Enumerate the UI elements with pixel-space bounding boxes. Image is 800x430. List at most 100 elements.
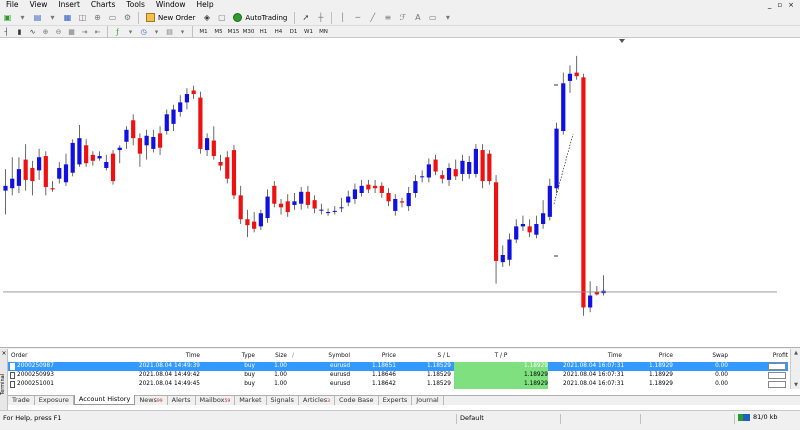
menu-help[interactable]: Help bbox=[190, 0, 218, 10]
col-close-price[interactable]: Price bbox=[643, 352, 673, 361]
table-row[interactable]: 2000250993 2021.08.04 14:49:42 buy 1.00 euru… bbox=[8, 371, 788, 380]
tab-experts[interactable]: Experts bbox=[379, 396, 413, 405]
candle-body bbox=[198, 97, 203, 149]
timeframe-m30[interactable]: M30 bbox=[241, 29, 256, 35]
candle-body bbox=[446, 167, 452, 180]
menu-tools[interactable]: Tools bbox=[120, 0, 149, 10]
tab-mailbox[interactable]: Mailbox59 bbox=[196, 396, 236, 405]
dropdown-arrow-icon[interactable]: ▾ bbox=[16, 11, 29, 24]
arrow-tools-icon[interactable]: ▾ bbox=[441, 11, 454, 24]
fibonacci-icon[interactable]: ℱ bbox=[396, 11, 409, 24]
autotrading-button[interactable]: AutoTrading bbox=[229, 11, 291, 24]
tab-label: News bbox=[139, 396, 157, 404]
minimize-icon[interactable]: _ bbox=[768, 0, 772, 10]
cell-profit bbox=[768, 372, 786, 379]
indicators-icon[interactable]: ƒ bbox=[112, 26, 123, 37]
tab-alerts[interactable]: Alerts bbox=[168, 396, 196, 405]
candle-body bbox=[433, 159, 438, 172]
col-close-time[interactable]: Time bbox=[588, 352, 622, 361]
autoscroll-icon[interactable]: ⇥ bbox=[79, 26, 90, 37]
col-swap[interactable]: Swap bbox=[698, 352, 728, 361]
zoom-out-icon[interactable]: ⊖ bbox=[53, 26, 64, 37]
market-watch-icon[interactable]: ▦ bbox=[61, 11, 74, 24]
dropdown-arrow-icon[interactable]: ▾ bbox=[46, 11, 59, 24]
terminal-scrollbar[interactable]: ▲ ▼ bbox=[790, 349, 800, 389]
chart-window-icon[interactable]: ▢ bbox=[215, 11, 228, 24]
data-window-icon[interactable]: ◫ bbox=[76, 11, 89, 24]
metaeditor-icon[interactable]: ◈ bbox=[200, 11, 213, 24]
restore-icon[interactable]: ▫ bbox=[777, 0, 782, 10]
tab-account-history[interactable]: Account History bbox=[73, 395, 136, 405]
navigator-icon[interactable]: ⊕ bbox=[91, 11, 104, 24]
chart-shift-icon[interactable]: ⇤ bbox=[92, 26, 103, 37]
tab-trade[interactable]: Trade bbox=[8, 396, 35, 405]
zoom-in-icon[interactable]: ⊕ bbox=[40, 26, 51, 37]
timeframe-d1[interactable]: D1 bbox=[286, 29, 301, 35]
candle-body bbox=[312, 200, 317, 209]
candle-body bbox=[191, 90, 196, 95]
templates-icon[interactable]: ▤ bbox=[164, 26, 175, 37]
dropdown-arrow-icon[interactable]: ▾ bbox=[151, 26, 162, 37]
col-price[interactable]: Price bbox=[368, 352, 396, 361]
connection-status[interactable]: 81/0 kb bbox=[738, 413, 778, 421]
cell-swap: 0.00 bbox=[715, 363, 728, 369]
tab-market[interactable]: Market bbox=[235, 396, 267, 405]
scroll-track[interactable] bbox=[791, 357, 800, 381]
table-row[interactable]: 2000250987 2021.08.04 14:49:39 buy 1.00 euru… bbox=[8, 362, 788, 371]
timeframe-m1[interactable]: M1 bbox=[196, 29, 211, 35]
col-open-time[interactable]: Time bbox=[158, 352, 200, 361]
bar-chart-icon[interactable]: ┤ bbox=[1, 26, 12, 37]
channel-icon[interactable]: ≡ bbox=[381, 11, 394, 24]
candlestick-chart[interactable] bbox=[0, 38, 800, 348]
tab-code-base[interactable]: Code Base bbox=[335, 396, 379, 405]
menu-window[interactable]: Window bbox=[150, 0, 191, 10]
candlestick-icon[interactable]: ▮ bbox=[14, 26, 25, 37]
col-size[interactable]: Size bbox=[263, 352, 287, 361]
tab-news[interactable]: News99 bbox=[135, 396, 168, 405]
horizontal-line-icon[interactable]: ─ bbox=[351, 11, 364, 24]
timeframe-h4[interactable]: H4 bbox=[271, 29, 286, 35]
tab-signals[interactable]: Signals bbox=[267, 396, 299, 405]
tab-journal[interactable]: Journal bbox=[412, 396, 444, 405]
timeframe-m15[interactable]: M15 bbox=[226, 29, 241, 35]
menu-charts[interactable]: Charts bbox=[85, 0, 121, 10]
terminal-icon[interactable]: ▭ bbox=[106, 11, 119, 24]
tab-exposure[interactable]: Exposure bbox=[35, 396, 74, 405]
price-chart[interactable] bbox=[0, 38, 800, 348]
label-icon[interactable]: ▭ bbox=[426, 11, 439, 24]
timeframe-w1[interactable]: W1 bbox=[301, 29, 316, 35]
timeframe-h1[interactable]: H1 bbox=[256, 29, 271, 35]
col-type[interactable]: Type bbox=[233, 352, 255, 361]
terminal-close-icon[interactable]: × bbox=[0, 350, 8, 357]
profiles-icon[interactable]: ▤ bbox=[31, 11, 44, 24]
menu-view[interactable]: View bbox=[24, 0, 53, 10]
strategy-tester-icon[interactable]: ⚙ bbox=[121, 11, 134, 24]
line-chart-icon[interactable]: ∿ bbox=[27, 26, 38, 37]
dropdown-arrow-icon[interactable]: ▾ bbox=[125, 26, 136, 37]
scroll-down-icon[interactable]: ▼ bbox=[791, 381, 800, 389]
vertical-line-icon[interactable]: │ bbox=[336, 11, 349, 24]
tab-articles[interactable]: Articles3 bbox=[299, 396, 336, 405]
col-tp[interactable]: T / P bbox=[454, 352, 548, 361]
table-row[interactable]: 2000251001 2021.08.04 14:49:45 buy 1.00 euru… bbox=[8, 380, 788, 389]
col-order[interactable]: Order bbox=[11, 352, 27, 361]
new-order-button[interactable]: New Order bbox=[142, 11, 199, 24]
cursor-icon[interactable]: ➚ bbox=[299, 11, 312, 24]
scroll-up-icon[interactable]: ▲ bbox=[791, 349, 800, 357]
dropdown-arrow-icon[interactable]: ▾ bbox=[177, 26, 188, 37]
menu-insert[interactable]: Insert bbox=[52, 0, 85, 10]
timeframe-mn[interactable]: MN bbox=[316, 29, 331, 35]
candle-body bbox=[574, 72, 579, 77]
col-symbol[interactable]: Symbol bbox=[318, 352, 350, 361]
close-icon[interactable]: × bbox=[788, 0, 794, 10]
col-sl[interactable]: S / L bbox=[428, 352, 450, 361]
col-profit[interactable]: Profit bbox=[760, 352, 788, 361]
timeframe-m5[interactable]: M5 bbox=[211, 29, 226, 35]
tile-windows-icon[interactable]: ▦ bbox=[66, 26, 77, 37]
menu-file[interactable]: File bbox=[0, 0, 24, 10]
crosshair-icon[interactable]: ┼ bbox=[314, 11, 327, 24]
new-chart-icon[interactable]: ▣ bbox=[1, 11, 14, 24]
periods-icon[interactable]: ◷ bbox=[138, 26, 149, 37]
trendline-icon[interactable]: ╱ bbox=[366, 11, 379, 24]
text-icon[interactable]: A bbox=[411, 11, 424, 24]
